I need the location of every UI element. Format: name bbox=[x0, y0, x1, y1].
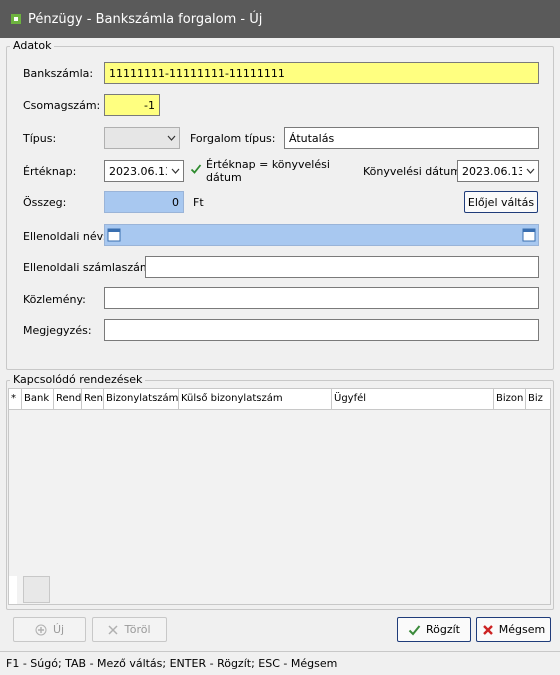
grid-footer-cell bbox=[23, 576, 50, 603]
ellenoldali-nev-label: Ellenoldali név: bbox=[23, 230, 107, 243]
adatok-legend: Adatok bbox=[10, 39, 55, 52]
grid-footer-indicator bbox=[9, 576, 17, 604]
window-title: Pénzügy - Bankszámla forgalom - Új bbox=[28, 11, 263, 27]
megjegyzes-label: Megjegyzés: bbox=[23, 324, 92, 337]
grid-col-bank[interactable]: Bank bbox=[22, 389, 54, 409]
grid-body[interactable] bbox=[8, 410, 551, 605]
erteknap-label: Értéknap: bbox=[23, 165, 77, 178]
torol-label: Töröl bbox=[124, 623, 151, 636]
uj-button[interactable]: Új bbox=[13, 617, 86, 642]
kozlemeny-field[interactable] bbox=[104, 287, 539, 309]
erteknap-checkbox-label-line1: Értéknap = könyvelési bbox=[206, 158, 330, 171]
ellenoldali-nev-field[interactable] bbox=[104, 224, 539, 246]
title-bar: Pénzügy - Bankszámla forgalom - Új bbox=[0, 0, 560, 38]
ellenoldali-szamlaszam-field[interactable] bbox=[145, 256, 539, 278]
check-icon bbox=[408, 624, 421, 635]
close-icon bbox=[482, 624, 493, 635]
grid-col-bizonylatszam[interactable]: Bizonylatszám bbox=[104, 389, 179, 409]
torol-button[interactable]: Töröl bbox=[92, 617, 167, 642]
rogzit-button[interactable]: Rögzít bbox=[397, 617, 471, 642]
megsem-button[interactable]: Mégsem bbox=[476, 617, 551, 642]
forgalom-tipus-field[interactable]: Átutalás bbox=[284, 127, 539, 149]
erteknap-date[interactable]: 2023.06.13. bbox=[104, 160, 184, 182]
grid-header: * Bank Rend Ren Bizonylatszám Külső bizo… bbox=[8, 388, 551, 410]
megjegyzes-field[interactable] bbox=[104, 319, 539, 341]
grid-col-ugyfel[interactable]: Ügyfél bbox=[332, 389, 494, 409]
window-icon[interactable] bbox=[522, 228, 536, 242]
bankszamla-label: Bankszámla: bbox=[23, 67, 94, 80]
konyvelesi-datum-value: 2023.06.13. bbox=[462, 164, 522, 178]
megsem-label: Mégsem bbox=[498, 623, 546, 636]
csomagszam-field[interactable]: -1 bbox=[104, 94, 160, 116]
kapcsolodo-legend: Kapcsolódó rendezések bbox=[10, 373, 146, 386]
bankszamla-field[interactable]: 11111111-11111111-11111111 bbox=[104, 62, 539, 84]
chevron-down-icon[interactable] bbox=[522, 168, 538, 174]
konyvelesi-datum-date[interactable]: 2023.06.13. bbox=[457, 160, 539, 182]
grid-col-biz[interactable]: Biz bbox=[526, 389, 544, 409]
app-icon bbox=[11, 14, 21, 24]
erteknap-checkbox[interactable] bbox=[190, 163, 202, 175]
status-text: F1 - Súgó; TAB - Mező váltás; ENTER - Rö… bbox=[6, 657, 338, 670]
chevron-down-icon[interactable] bbox=[167, 168, 183, 174]
status-bar: F1 - Súgó; TAB - Mező váltás; ENTER - Rö… bbox=[0, 651, 560, 675]
csomagszam-label: Csomagszám: bbox=[23, 99, 101, 112]
erteknap-value: 2023.06.13. bbox=[109, 164, 167, 178]
elojel-valtas-button[interactable]: Előjel váltás bbox=[464, 191, 538, 213]
grid-col-bizon[interactable]: Bizon bbox=[494, 389, 526, 409]
grid-col-rend[interactable]: Rend bbox=[54, 389, 82, 409]
osszeg-field[interactable]: 0 bbox=[104, 191, 184, 213]
delete-icon bbox=[108, 624, 118, 635]
erteknap-checkbox-label-line2: dátum bbox=[206, 171, 242, 184]
tipus-combo[interactable] bbox=[104, 127, 180, 149]
grid-col-star[interactable]: * bbox=[9, 389, 22, 409]
ellenoldali-szamlaszam-label: Ellenoldali számlaszám: bbox=[23, 261, 155, 274]
chevron-down-icon[interactable] bbox=[163, 135, 179, 141]
osszeg-unit: Ft bbox=[193, 196, 204, 209]
kozlemeny-label: Közlemény: bbox=[23, 293, 86, 306]
erteknap-checkbox-label: Értéknap = könyvelési dátum bbox=[206, 158, 330, 184]
window-icon[interactable] bbox=[107, 228, 121, 242]
konyvelesi-datum-label: Könyvelési dátum: bbox=[363, 165, 465, 178]
osszeg-label: Összeg: bbox=[23, 196, 67, 209]
check-icon bbox=[190, 164, 202, 174]
rogzit-label: Rögzít bbox=[425, 623, 460, 636]
tipus-label: Típus: bbox=[23, 132, 57, 145]
grid-col-kulso-bizonylatszam[interactable]: Külső bizonylatszám bbox=[179, 389, 332, 409]
uj-label: Új bbox=[52, 623, 65, 636]
plus-icon bbox=[35, 624, 47, 635]
forgalom-tipus-label: Forgalom típus: bbox=[190, 132, 276, 145]
grid-col-ren[interactable]: Ren bbox=[82, 389, 104, 409]
